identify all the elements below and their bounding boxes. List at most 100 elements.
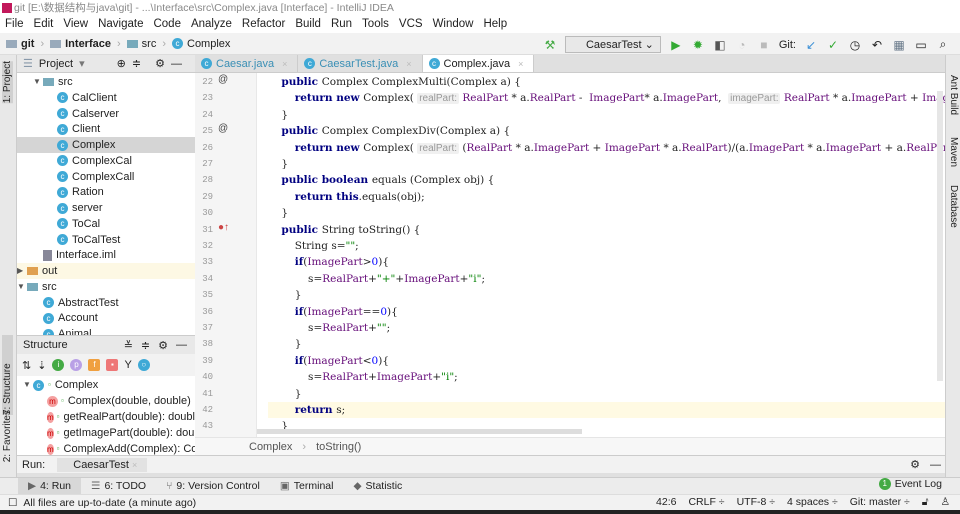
expand-all-icon[interactable]: ≚	[124, 339, 133, 352]
tree-item[interactable]: c ToCal	[17, 216, 195, 232]
crumb-interface[interactable]: Interface	[50, 38, 111, 50]
tree-item[interactable]: c Complex	[17, 137, 195, 153]
show-lambdas-icon[interactable]: Y	[124, 359, 131, 371]
tool-tab-terminal[interactable]: ▣ Terminal	[270, 480, 344, 492]
tree-item[interactable]: c CalClient	[17, 90, 195, 106]
collapse-all-icon[interactable]: ≑	[141, 339, 150, 352]
run-icon[interactable]: ▶	[669, 38, 683, 52]
profile-icon[interactable]: ◔	[735, 38, 749, 52]
gear-icon[interactable]: ⚙	[910, 458, 920, 471]
tree-item[interactable]: c ToCalTest	[17, 232, 195, 248]
tab-caesar-java[interactable]: c Caesar.java ×	[195, 55, 299, 72]
chevron-down-icon[interactable]: ▼	[23, 377, 33, 393]
override-marker-icon[interactable]: @	[218, 74, 228, 85]
tree-item[interactable]: ▼ src	[17, 74, 195, 90]
tab-caesartest-java[interactable]: c CaesarTest.java ×	[298, 55, 423, 72]
menu-navigate[interactable]: Navigate	[93, 16, 148, 33]
menu-code[interactable]: Code	[148, 16, 186, 33]
chevron-right-icon[interactable]: ▶	[17, 263, 27, 279]
menu-analyze[interactable]: Analyze	[186, 16, 237, 33]
cursor-position[interactable]: 42:6	[656, 496, 676, 509]
menu-file[interactable]: File	[0, 16, 29, 33]
tree-item[interactable]: c Account	[17, 310, 195, 326]
structure-item[interactable]: m ▫ Complex(double, double)	[17, 393, 195, 409]
tool-tab--version-control[interactable]: ⑂ 9: Version Control	[156, 480, 270, 492]
tree-item[interactable]: c Animal	[17, 326, 195, 335]
tree-item[interactable]: c AbstractTest	[17, 295, 195, 311]
close-icon[interactable]: ×	[132, 460, 137, 470]
override-marker-icon[interactable]: ●↑	[218, 222, 229, 233]
tab-ant-build[interactable]: Ant Build	[948, 75, 959, 115]
search-icon[interactable]: ⌕	[936, 37, 950, 52]
menu-view[interactable]: View	[58, 16, 93, 33]
show-properties-icon[interactable]: p	[70, 359, 83, 371]
hide-icon[interactable]: —	[171, 58, 182, 70]
line-separator[interactable]: CRLF ÷	[688, 496, 724, 509]
show-inherited-icon[interactable]: i	[52, 359, 65, 371]
locate-icon[interactable]: ⊕	[117, 57, 126, 70]
git-branch[interactable]: Git: master ÷	[850, 496, 910, 509]
show-fields-icon[interactable]: f	[88, 359, 101, 371]
tree-item[interactable]: ▼ src	[17, 279, 195, 295]
crumb-src[interactable]: src	[126, 38, 156, 50]
debug-icon[interactable]: ✹	[691, 38, 705, 52]
tool-tab--run[interactable]: ▶ 4: Run	[18, 477, 82, 495]
breadcrumb-class[interactable]: Complex	[249, 441, 292, 453]
gear-icon[interactable]: ⚙	[155, 57, 165, 70]
menu-help[interactable]: Help	[478, 16, 512, 33]
tab-project[interactable]: 1: Project	[2, 61, 13, 104]
menu-run[interactable]: Run	[326, 16, 357, 33]
menu-window[interactable]: Window	[428, 16, 479, 33]
tab-structure[interactable]: 7: Structure	[2, 335, 13, 415]
sort-by-visibility-icon[interactable]: ⇅	[22, 359, 31, 372]
structure-item[interactable]: m▫ComplexAdd(Complex): Complex	[17, 441, 195, 455]
tree-item[interactable]: c Calserver	[17, 106, 195, 122]
tab-favorites[interactable]: 2: Favorites	[2, 410, 13, 462]
tool-tab--todo[interactable]: ☰ 6: TODO	[81, 480, 156, 492]
chevron-down-icon[interactable]: ▼	[33, 74, 43, 90]
tree-item[interactable]: ▶ out	[17, 263, 195, 279]
close-icon[interactable]: ×	[518, 59, 523, 69]
tree-item[interactable]: c ComplexCall	[17, 169, 195, 185]
menu-edit[interactable]: Edit	[29, 16, 59, 33]
project-view-select[interactable]: Project	[39, 58, 73, 70]
event-log-button[interactable]: 1 Event Log	[878, 478, 942, 490]
close-icon[interactable]: ×	[406, 59, 411, 69]
tree-item[interactable]: Interface.iml	[17, 247, 195, 263]
terminal-window-icon[interactable]: ▭	[914, 38, 928, 52]
collapse-icon[interactable]: ≑	[132, 57, 141, 70]
show-nonpublic-icon[interactable]: ▪	[106, 359, 119, 371]
chevron-down-icon[interactable]: ▼	[17, 279, 27, 295]
hide-icon[interactable]: —	[930, 459, 941, 471]
tool-tab-statistic[interactable]: ◆ Statistic	[343, 480, 412, 492]
override-marker-icon[interactable]: @	[218, 123, 228, 134]
code-editor[interactable]: 22 @23 24 25 @26 27 28 29 30 31 ●↑ 32 33 34 35 36 37 38 39…	[195, 73, 945, 437]
git-update-icon[interactable]: ↙	[804, 38, 818, 52]
tab-database[interactable]: Database	[948, 185, 959, 228]
build-hammer-icon[interactable]: ⚒	[543, 38, 557, 52]
run-tab-caesartest[interactable]: CaesarTest ×	[57, 457, 148, 472]
tree-item[interactable]: c ComplexCal	[17, 153, 195, 169]
indent-setting[interactable]: 4 spaces ÷	[787, 496, 838, 509]
status-checkbox-icon[interactable]: ☐	[8, 497, 17, 509]
lock-icon[interactable]: 🔓︎	[922, 496, 929, 509]
menu-build[interactable]: Build	[290, 16, 326, 33]
history-icon[interactable]: ◷	[848, 38, 862, 52]
structure-item[interactable]: m ▫ getImagePart(double): double	[17, 425, 195, 441]
coverage-icon[interactable]: ◧	[713, 38, 727, 52]
hide-icon[interactable]: —	[176, 339, 187, 352]
menu-refactor[interactable]: Refactor	[237, 16, 290, 33]
tab-maven[interactable]: Maven	[948, 137, 959, 167]
crumb-git[interactable]: git	[6, 38, 34, 50]
tree-item[interactable]: c server	[17, 200, 195, 216]
sort-alpha-icon[interactable]: ⇣	[37, 359, 46, 372]
revert-icon[interactable]: ↶	[870, 38, 884, 52]
gear-icon[interactable]: ⚙	[158, 339, 168, 352]
show-anonymous-icon[interactable]: ○	[137, 359, 150, 371]
horizontal-scrollbar[interactable]	[257, 429, 582, 434]
close-icon[interactable]: ×	[282, 59, 287, 69]
git-commit-icon[interactable]: ✓	[826, 38, 840, 52]
encoding[interactable]: UTF-8 ÷	[737, 496, 775, 509]
tree-item[interactable]: c Client	[17, 121, 195, 137]
menu-tools[interactable]: Tools	[357, 16, 394, 33]
